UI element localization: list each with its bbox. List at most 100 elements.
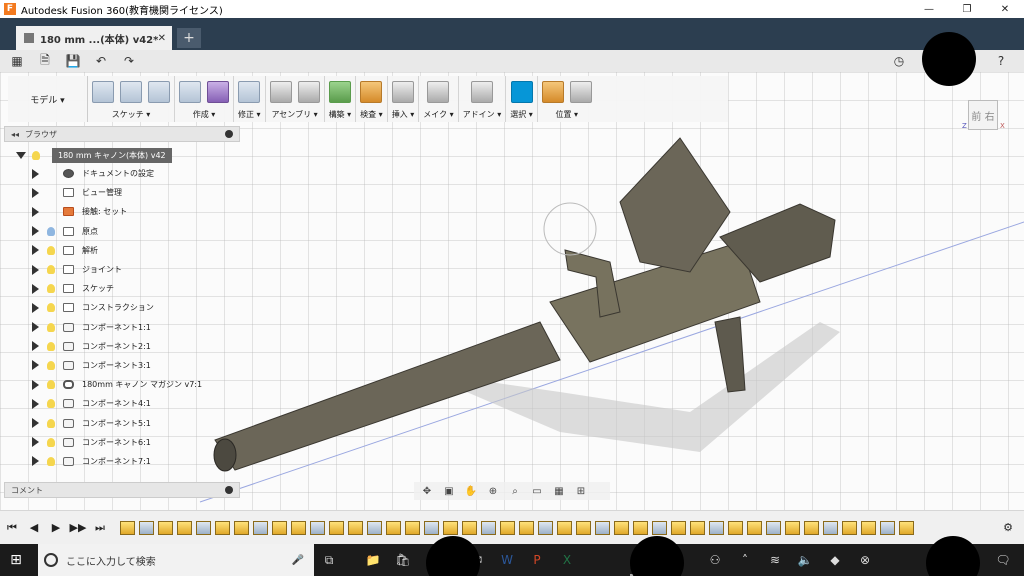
visibility-bulb-icon[interactable] [47, 418, 55, 428]
browser-root[interactable]: 180 mm キャノン(本体) v42 [4, 146, 240, 164]
new-component-icon[interactable] [269, 81, 292, 103]
timeline-feature[interactable] [310, 520, 325, 535]
rectangle-icon[interactable] [148, 81, 170, 103]
expand-icon[interactable] [32, 283, 39, 294]
position-group[interactable]: 位置 ▾ [538, 76, 596, 122]
timeline-feature[interactable] [519, 520, 534, 535]
position-menu[interactable]: 位置 ▾ [556, 109, 579, 120]
pan-icon[interactable]: ✋ [462, 484, 480, 498]
timeline-feature[interactable] [785, 520, 800, 535]
timeline-feature[interactable] [842, 520, 857, 535]
expand-icon[interactable] [32, 168, 39, 179]
timeline-feature[interactable] [386, 520, 401, 535]
taskbar-search[interactable]: ここに入力して検索 🎤 [38, 544, 314, 576]
joint-icon[interactable] [297, 81, 320, 103]
insert-image-icon[interactable] [391, 81, 414, 103]
timeline-feature[interactable] [424, 520, 439, 535]
timeline-feature[interactable] [139, 520, 154, 535]
position-icon[interactable] [541, 81, 564, 103]
assembly-group[interactable]: アセンブリ ▾ [266, 76, 325, 122]
undo-icon[interactable]: ↶ [90, 52, 112, 70]
construct-menu[interactable]: 構築 ▾ [329, 109, 352, 120]
job-status-icon[interactable]: ◷ [888, 52, 910, 70]
plane-icon[interactable] [328, 81, 351, 103]
browser-tree-row[interactable]: ビュー管理 [4, 183, 240, 202]
minimize-button[interactable]: — [910, 0, 948, 18]
timeline-feature[interactable] [158, 520, 173, 535]
timeline-feature[interactable] [709, 520, 724, 535]
timeline-feature[interactable] [899, 520, 914, 535]
powerpoint-icon[interactable]: P [522, 544, 552, 576]
make-menu[interactable]: メイク ▾ [423, 109, 453, 120]
zoom-icon[interactable]: ⊕ [484, 484, 502, 498]
close-button[interactable]: ✕ [986, 0, 1024, 18]
browser-tree-row[interactable]: コンポーネント6:1 [4, 433, 240, 452]
spline-icon[interactable] [120, 81, 142, 103]
browser-tree-row[interactable]: ジョイント [4, 260, 240, 279]
sketch-create-icon[interactable] [92, 81, 114, 103]
data-panel-icon[interactable]: ▦ [6, 52, 28, 70]
timeline-feature[interactable] [576, 520, 591, 535]
select-icon[interactable] [510, 81, 533, 103]
new-tab-button[interactable]: + [177, 28, 201, 48]
visibility-bulb-icon[interactable] [47, 341, 55, 351]
microphone-icon[interactable]: 🎤 [292, 555, 304, 566]
modify-group[interactable]: 修正 ▾ [234, 76, 266, 122]
view-cube[interactable]: 前 右 Z X [962, 96, 1006, 134]
visibility-bulb-icon[interactable] [47, 303, 55, 313]
browser-tree-row[interactable]: 原点 [4, 222, 240, 241]
addins-menu[interactable]: アドイン ▾ [463, 109, 502, 120]
visibility-bulb-icon[interactable] [47, 284, 55, 294]
visibility-bulb-icon[interactable] [47, 360, 55, 370]
scripts-icon[interactable] [470, 81, 493, 103]
timeline-feature[interactable] [481, 520, 496, 535]
expand-icon[interactable] [32, 302, 39, 313]
insert-group[interactable]: 挿入 ▾ [388, 76, 420, 122]
expand-icon[interactable] [32, 226, 39, 237]
expand-icon[interactable] [32, 341, 39, 352]
browser-tree-row[interactable]: コンポーネント5:1 [4, 413, 240, 432]
timeline-feature[interactable] [462, 520, 477, 535]
people-icon[interactable]: ⚇ [700, 544, 730, 576]
timeline-feature[interactable] [614, 520, 629, 535]
timeline-feature[interactable] [234, 520, 249, 535]
browser-tree-row[interactable]: ドキュメントの設定 [4, 164, 240, 183]
expand-icon[interactable] [32, 418, 39, 429]
sketch-menu[interactable]: スケッチ ▾ [112, 109, 151, 120]
browser-tree-row[interactable]: スケッチ [4, 279, 240, 298]
expand-icon[interactable] [16, 151, 26, 159]
timeline-feature[interactable] [500, 520, 515, 535]
dropbox-icon[interactable]: ◆ [820, 544, 850, 576]
inspect-group[interactable]: 検査 ▾ [356, 76, 388, 122]
addins-group[interactable]: アドイン ▾ [459, 76, 507, 122]
browser-header[interactable]: ◂◂ ブラウザ [4, 126, 240, 142]
construct-group[interactable]: 構築 ▾ [325, 76, 357, 122]
expand-icon[interactable] [32, 264, 39, 275]
visibility-bulb-icon[interactable] [47, 245, 55, 255]
visibility-bulb-icon[interactable] [47, 456, 55, 466]
timeline-feature[interactable] [652, 520, 667, 535]
capture-icon[interactable] [569, 81, 592, 103]
help-icon[interactable]: ? [990, 52, 1012, 70]
error-icon[interactable]: ⊗ [850, 544, 880, 576]
notification-icon[interactable]: 🗨 [988, 544, 1018, 576]
redo-icon[interactable]: ↷ [118, 52, 140, 70]
step-back-icon[interactable]: ◀ [24, 518, 44, 538]
timeline-feature[interactable] [291, 520, 306, 535]
timeline-feature[interactable] [861, 520, 876, 535]
insert-menu[interactable]: 挿入 ▾ [392, 109, 415, 120]
volume-icon[interactable]: 🔈 [790, 544, 820, 576]
timeline-feature[interactable] [196, 520, 211, 535]
close-tab-icon[interactable]: ✕ [158, 33, 166, 44]
timeline-feature[interactable] [633, 520, 648, 535]
press-pull-icon[interactable] [238, 81, 261, 103]
expand-icon[interactable] [32, 360, 39, 371]
timeline-feature[interactable] [595, 520, 610, 535]
extrude-icon[interactable] [179, 81, 201, 103]
timeline-feature[interactable] [253, 520, 268, 535]
assembly-menu[interactable]: アセンブリ ▾ [271, 109, 317, 120]
look-at-icon[interactable]: ▣ [440, 484, 458, 498]
wifi-icon[interactable]: ≋ [760, 544, 790, 576]
word-icon[interactable]: W [492, 544, 522, 576]
grid-icon[interactable]: ▦ [550, 484, 568, 498]
